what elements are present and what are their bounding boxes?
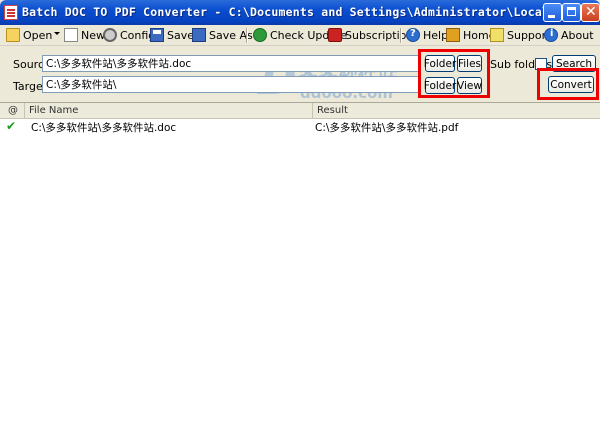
- table-row[interactable]: ✔ C:\多多软件站\多多软件站.doc C:\多多软件站\多多软件站.pdf: [0, 119, 600, 135]
- toolbar-separator: [246, 28, 248, 43]
- row-file-name: C:\多多软件站\多多软件站.doc: [31, 122, 177, 134]
- config-button[interactable]: Config: [103, 27, 155, 43]
- open-dropdown-arrow-icon[interactable]: [54, 32, 60, 35]
- support-icon: [490, 28, 504, 42]
- toolbar-separator: [400, 28, 402, 43]
- minimize-icon: [548, 15, 555, 18]
- save-as-icon: [192, 28, 206, 42]
- gear-icon: [103, 28, 117, 42]
- target-view-button[interactable]: View: [457, 77, 482, 94]
- target-path-input[interactable]: [42, 76, 420, 93]
- row-result: C:\多多软件站\多多软件站.pdf: [315, 122, 459, 134]
- sub-folders-checkbox[interactable]: [535, 58, 547, 70]
- new-label: New: [81, 28, 105, 42]
- help-button[interactable]: Help: [406, 27, 448, 43]
- convert-button[interactable]: Convert: [548, 76, 594, 93]
- folder-open-icon: [6, 28, 20, 42]
- about-button[interactable]: About: [544, 27, 594, 43]
- save-label: Save: [167, 28, 195, 42]
- column-status-header[interactable]: @: [0, 103, 25, 118]
- new-document-icon: [64, 28, 78, 42]
- search-button[interactable]: Search: [552, 55, 596, 72]
- check-mark-icon: ✔: [6, 119, 17, 133]
- info-icon: [544, 28, 558, 42]
- maximize-icon: [567, 7, 576, 16]
- close-icon: ✕: [585, 4, 597, 20]
- title-bar[interactable]: Batch DOC TO PDF Converter - C:\Document…: [0, 0, 600, 25]
- new-button[interactable]: New: [64, 27, 105, 43]
- app-icon: [4, 5, 18, 20]
- minimize-button[interactable]: [543, 3, 562, 22]
- column-file-name-header[interactable]: File Name: [25, 103, 313, 118]
- home-icon: [446, 28, 460, 42]
- app-window: Batch DOC TO PDF Converter - C:\Document…: [0, 0, 600, 422]
- close-button[interactable]: ✕: [581, 3, 600, 22]
- open-button[interactable]: Open: [6, 27, 52, 43]
- column-result-header[interactable]: Result: [313, 103, 600, 118]
- save-button[interactable]: Save: [150, 27, 194, 43]
- subscriptions-icon: [328, 28, 342, 42]
- open-label: Open: [23, 28, 53, 42]
- help-icon: [406, 28, 420, 42]
- toolbar: Open New Config Save Save As Check Updat…: [0, 25, 600, 46]
- source-files-button[interactable]: Files: [457, 55, 482, 72]
- about-label: About: [561, 28, 594, 42]
- floppy-disk-icon: [150, 28, 164, 42]
- window-title: Batch DOC TO PDF Converter - C:\Document…: [22, 5, 600, 19]
- list-header: @ File Name Result: [0, 103, 600, 119]
- target-folder-button[interactable]: Folder: [424, 77, 456, 94]
- source-folder-button[interactable]: Folder: [424, 55, 456, 72]
- save-as-button[interactable]: Save As: [192, 27, 253, 43]
- file-list[interactable]: @ File Name Result ✔ C:\多多软件站\多多软件站.doc …: [0, 102, 600, 422]
- maximize-button[interactable]: [562, 3, 581, 22]
- support-button[interactable]: Support: [490, 27, 550, 43]
- help-label: Help: [423, 28, 449, 42]
- update-icon: [253, 28, 267, 42]
- home-button[interactable]: Home: [446, 27, 495, 43]
- source-path-input[interactable]: [42, 55, 420, 72]
